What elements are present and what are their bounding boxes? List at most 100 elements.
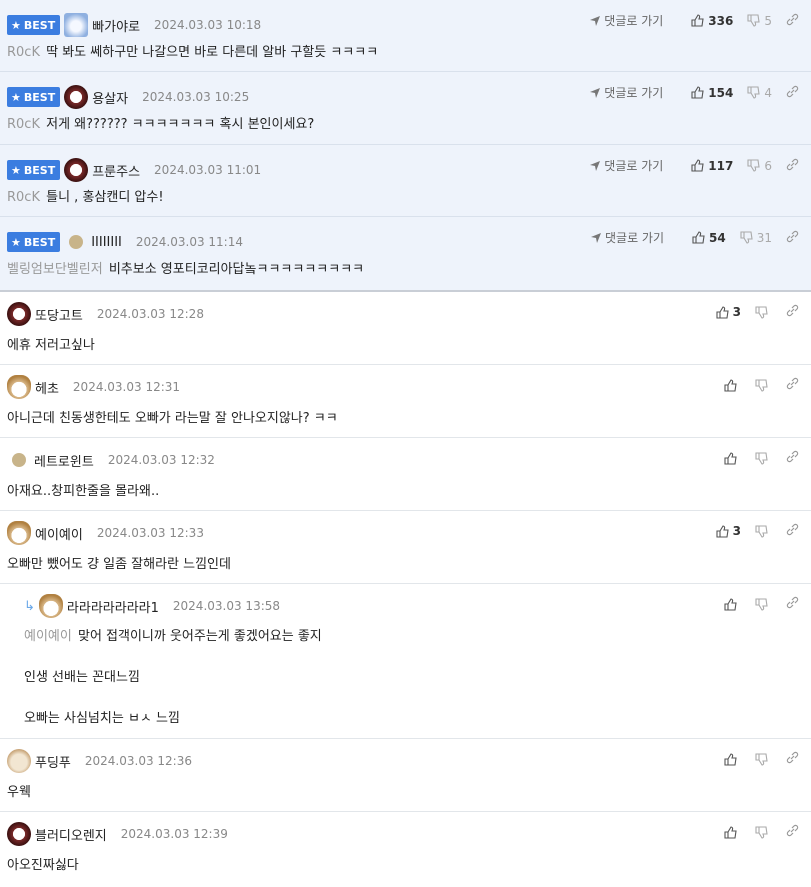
avatar[interactable] [7, 521, 31, 545]
send-icon [590, 15, 601, 26]
avatar[interactable] [69, 235, 84, 249]
thumbs-down-icon [747, 86, 760, 99]
thumbs-down-icon [755, 378, 768, 392]
link-icon[interactable] [786, 450, 799, 466]
thumbs-down-icon [755, 451, 768, 465]
comment-date: 2024.03.03 12:32 [107, 453, 215, 467]
thumbs-down-icon [740, 231, 753, 244]
reply-target: R0cK [7, 45, 40, 60]
comment-body: 아오진짜싫다 [7, 858, 79, 873]
link-icon[interactable] [786, 230, 799, 246]
upvote-button[interactable]: 336 [691, 14, 733, 28]
nickname[interactable]: 레트로윈트 [34, 451, 94, 470]
comment-body: 예이예이 맞어 접객이니까 웃어주는게 좋겠어요는 좋지 인생 선배는 꼰대느낌… [24, 629, 322, 726]
nickname[interactable]: 빠가야로 [92, 16, 140, 35]
link-icon[interactable] [786, 304, 799, 320]
comment-body: 아재요..창피한줄을 몰라왜.. [7, 484, 160, 499]
upvote-button[interactable] [724, 825, 741, 839]
thumbs-up-icon [692, 231, 705, 244]
link-icon[interactable] [786, 523, 799, 539]
downvote-button[interactable] [755, 597, 772, 611]
nickname[interactable]: 용살자 [92, 88, 128, 107]
avatar[interactable] [64, 85, 89, 109]
comment: 예이예이 2024.03.03 12:33 3 오빠만 뺐어도 걍 일좀 잘해라… [0, 511, 811, 584]
send-icon [591, 232, 601, 243]
nickname[interactable]: 예이예이 [35, 524, 83, 543]
link-icon[interactable] [786, 824, 799, 840]
downvote-button[interactable]: 6 [747, 159, 772, 173]
comment-date: 2024.03.03 12:36 [84, 754, 192, 768]
comment-date: 2024.03.03 10:25 [142, 90, 250, 104]
avatar[interactable] [12, 453, 26, 467]
comment: 푸딩푸 2024.03.03 12:36 우웩 [0, 739, 811, 812]
best-comment: ★ BEST 프룬주스 2024.03.03 11:01 댓글로 가기 117 6… [0, 145, 811, 217]
upvote-button[interactable] [724, 378, 741, 392]
comment-body: R0cK 틀니 , 홍삼캔디 압수! [7, 190, 164, 205]
upvote-button[interactable] [724, 451, 741, 465]
goto-comment-link[interactable]: 댓글로 가기 [591, 229, 664, 246]
avatar[interactable] [38, 594, 63, 618]
avatar[interactable] [7, 749, 31, 773]
upvote-button[interactable]: 117 [691, 159, 733, 173]
downvote-button[interactable] [755, 451, 772, 465]
downvote-button[interactable] [755, 305, 772, 319]
avatar[interactable] [7, 375, 31, 399]
upvote-button[interactable]: 54 [692, 231, 726, 245]
link-icon[interactable] [786, 751, 799, 767]
best-comment: ★ BEST 용살자 2024.03.03 10:25 댓글로 가기 154 4 … [0, 72, 811, 145]
reply-comment: ↳ 라라라라라라라1 2024.03.03 13:58 예이예이 맞어 접객이니… [0, 584, 811, 739]
thumbs-up-icon [724, 825, 737, 839]
comment-body: 우웩 [7, 785, 31, 800]
upvote-button[interactable]: 3 [716, 524, 741, 538]
nickname[interactable]: 프룬주스 [92, 161, 140, 180]
thumbs-up-icon [691, 86, 704, 99]
thumbs-down-icon [747, 159, 760, 172]
downvote-button[interactable] [755, 378, 772, 392]
best-badge: ★ BEST [7, 87, 61, 107]
upvote-button[interactable] [724, 752, 741, 766]
star-icon: ★ [11, 18, 21, 32]
downvote-button[interactable] [755, 825, 772, 839]
nickname[interactable]: 헤초 [35, 378, 59, 397]
downvote-button[interactable]: 5 [747, 14, 772, 28]
goto-comment-link[interactable]: 댓글로 가기 [590, 157, 663, 174]
nickname[interactable]: 푸딩푸 [35, 752, 71, 771]
thumbs-up-icon [691, 159, 704, 172]
avatar[interactable] [64, 13, 89, 37]
nickname[interactable]: 라라라라라라라1 [67, 597, 159, 616]
avatar[interactable] [7, 822, 31, 846]
upvote-button[interactable]: 3 [716, 305, 741, 319]
star-icon: ★ [11, 163, 21, 177]
comment-date: 2024.03.03 11:01 [154, 163, 262, 177]
comment-list: ★ BEST 빠가야로 2024.03.03 10:18 댓글로 가기 336 5… [0, 0, 811, 885]
thumbs-up-icon [724, 451, 737, 465]
downvote-button[interactable]: 31 [740, 231, 772, 245]
comment: 레트로윈트 2024.03.03 12:32 아재요..창피한줄을 몰라왜.. [0, 438, 811, 511]
avatar[interactable] [7, 302, 31, 326]
thumbs-down-icon [755, 597, 768, 611]
link-icon[interactable] [786, 85, 799, 101]
downvote-button[interactable] [755, 752, 772, 766]
nickname[interactable]: IIIIIIII [91, 235, 122, 250]
best-badge: ★ BEST [7, 232, 61, 252]
upvote-button[interactable] [724, 597, 741, 611]
avatar[interactable] [64, 158, 89, 182]
reply-target: 벨링엄보단벨린저 [7, 262, 103, 277]
downvote-button[interactable] [755, 524, 772, 538]
reply-target: R0cK [7, 190, 40, 205]
link-icon[interactable] [786, 158, 799, 174]
goto-comment-link[interactable]: 댓글로 가기 [590, 84, 663, 101]
thumbs-down-icon [755, 524, 768, 538]
link-icon[interactable] [786, 596, 799, 612]
comment-date: 2024.03.03 12:31 [72, 380, 181, 394]
goto-comment-link[interactable]: 댓글로 가기 [590, 12, 663, 29]
nickname[interactable]: 또당고트 [35, 305, 83, 324]
comment: 블러디오렌지 2024.03.03 12:39 아오진짜싫다 [0, 812, 811, 885]
link-icon[interactable] [786, 13, 799, 29]
link-icon[interactable] [786, 377, 799, 393]
star-icon: ★ [11, 90, 21, 104]
comment: 또당고트 2024.03.03 12:28 3 에휴 저러고싶나 [0, 292, 811, 365]
nickname[interactable]: 블러디오렌지 [35, 825, 107, 844]
downvote-button[interactable]: 4 [747, 86, 772, 100]
upvote-button[interactable]: 154 [691, 86, 733, 100]
